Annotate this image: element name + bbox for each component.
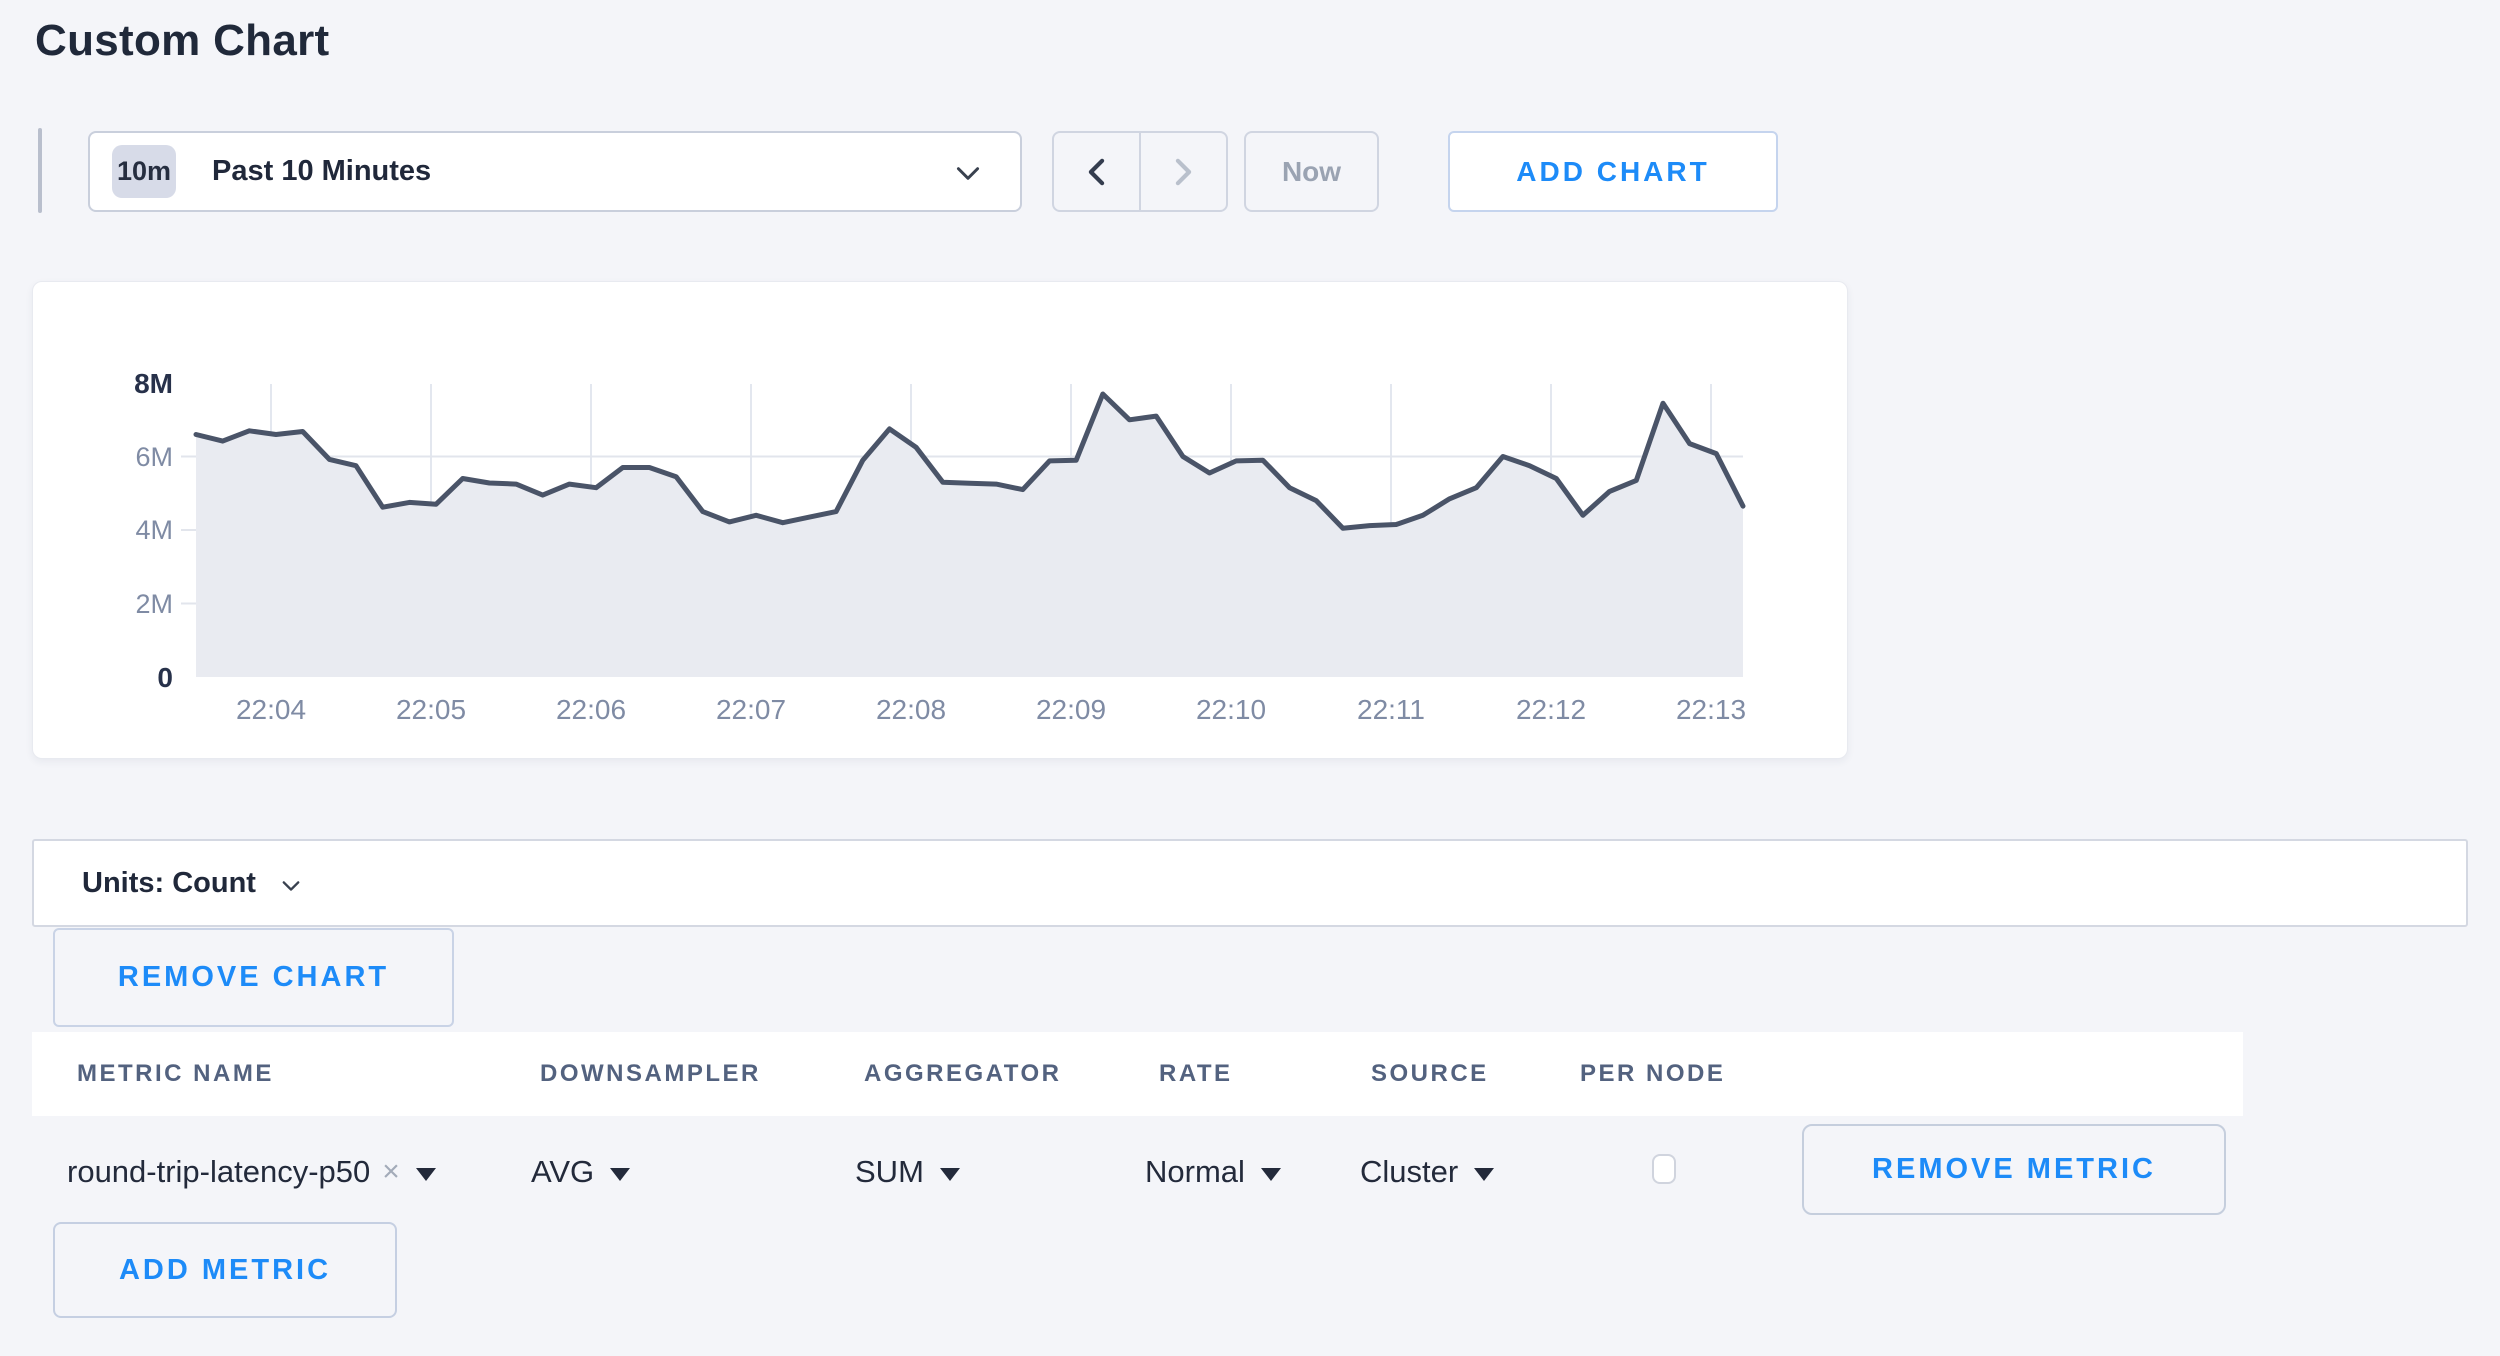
next-time-button[interactable]: [1141, 133, 1226, 210]
prev-time-button[interactable]: [1054, 133, 1141, 210]
column-header-aggregator: AGGREGATOR: [864, 1060, 1061, 1088]
series-area: [196, 394, 1743, 677]
rate-dropdown[interactable]: Normal: [1145, 1150, 1281, 1194]
time-range-badge: 10m: [112, 145, 176, 198]
chevron-right-icon: [1175, 158, 1192, 186]
x-tick-label: 22:10: [1151, 694, 1311, 726]
rate-value: Normal: [1145, 1154, 1245, 1190]
column-header-metric-name: METRIC NAME: [77, 1060, 274, 1088]
caret-down-icon: [416, 1168, 436, 1181]
column-header-rate: RATE: [1159, 1060, 1233, 1088]
aggregator-dropdown[interactable]: SUM: [855, 1150, 960, 1194]
column-header-source: SOURCE: [1371, 1060, 1489, 1088]
units-dropdown[interactable]: Units: Count: [32, 839, 2468, 927]
caret-down-icon: [1261, 1168, 1281, 1181]
chevron-down-icon: [956, 166, 980, 181]
time-range-label: Past 10 Minutes: [212, 155, 431, 188]
add-chart-button[interactable]: ADD CHART: [1448, 131, 1778, 212]
remove-tag-icon[interactable]: ×: [382, 1155, 400, 1189]
downsampler-value: AVG: [531, 1154, 594, 1190]
time-range-dropdown[interactable]: 10m Past 10 Minutes: [88, 131, 1022, 212]
page-title: Custom Chart: [35, 16, 330, 66]
metric-name-dropdown[interactable]: round-trip-latency-p50 ×: [67, 1150, 436, 1194]
time-step-button-group: [1052, 131, 1228, 212]
per-node-checkbox[interactable]: [1652, 1154, 1676, 1184]
metric-name-value: round-trip-latency-p50: [67, 1154, 370, 1190]
x-tick-label: 22:06: [511, 694, 671, 726]
caret-down-icon: [1474, 1168, 1494, 1181]
y-tick-label: 8M: [63, 368, 173, 400]
units-label: Units: Count: [82, 867, 256, 900]
add-metric-button[interactable]: ADD METRIC: [53, 1222, 397, 1318]
x-tick-label: 22:13: [1631, 694, 1791, 726]
x-tick-label: 22:09: [991, 694, 1151, 726]
x-tick-label: 22:08: [831, 694, 991, 726]
x-tick-label: 22:07: [671, 694, 831, 726]
custom-chart-svg: [33, 282, 1847, 758]
now-button[interactable]: Now: [1244, 131, 1379, 212]
chevron-down-icon: [282, 880, 300, 892]
remove-chart-button[interactable]: REMOVE CHART: [53, 928, 454, 1027]
downsampler-dropdown[interactable]: AVG: [531, 1150, 630, 1194]
caret-down-icon: [610, 1168, 630, 1181]
chevron-left-icon: [1088, 158, 1105, 186]
x-tick-label: 22:05: [351, 694, 511, 726]
toolbar-left-divider: [38, 128, 42, 213]
x-tick-label: 22:12: [1471, 694, 1631, 726]
aggregator-value: SUM: [855, 1154, 924, 1190]
remove-metric-button[interactable]: REMOVE METRIC: [1802, 1124, 2226, 1215]
custom-chart-page: Custom Chart 10m Past 10 Minutes Now ADD…: [0, 0, 2500, 1356]
source-dropdown[interactable]: Cluster: [1360, 1150, 1494, 1194]
column-header-per-node: PER NODE: [1580, 1060, 1725, 1088]
y-tick-label: 6M: [63, 442, 173, 473]
x-tick-label: 22:11: [1311, 694, 1471, 726]
y-tick-label: 0: [63, 662, 173, 694]
metrics-table-header: [32, 1032, 2243, 1116]
y-tick-label: 2M: [63, 589, 173, 620]
caret-down-icon: [940, 1168, 960, 1181]
y-tick-label: 4M: [63, 515, 173, 546]
x-tick-label: 22:04: [191, 694, 351, 726]
source-value: Cluster: [1360, 1154, 1458, 1190]
chart-card: 8M6M4M2M022:0422:0522:0622:0722:0822:092…: [32, 281, 1848, 759]
column-header-downsampler: DOWNSAMPLER: [540, 1060, 761, 1088]
